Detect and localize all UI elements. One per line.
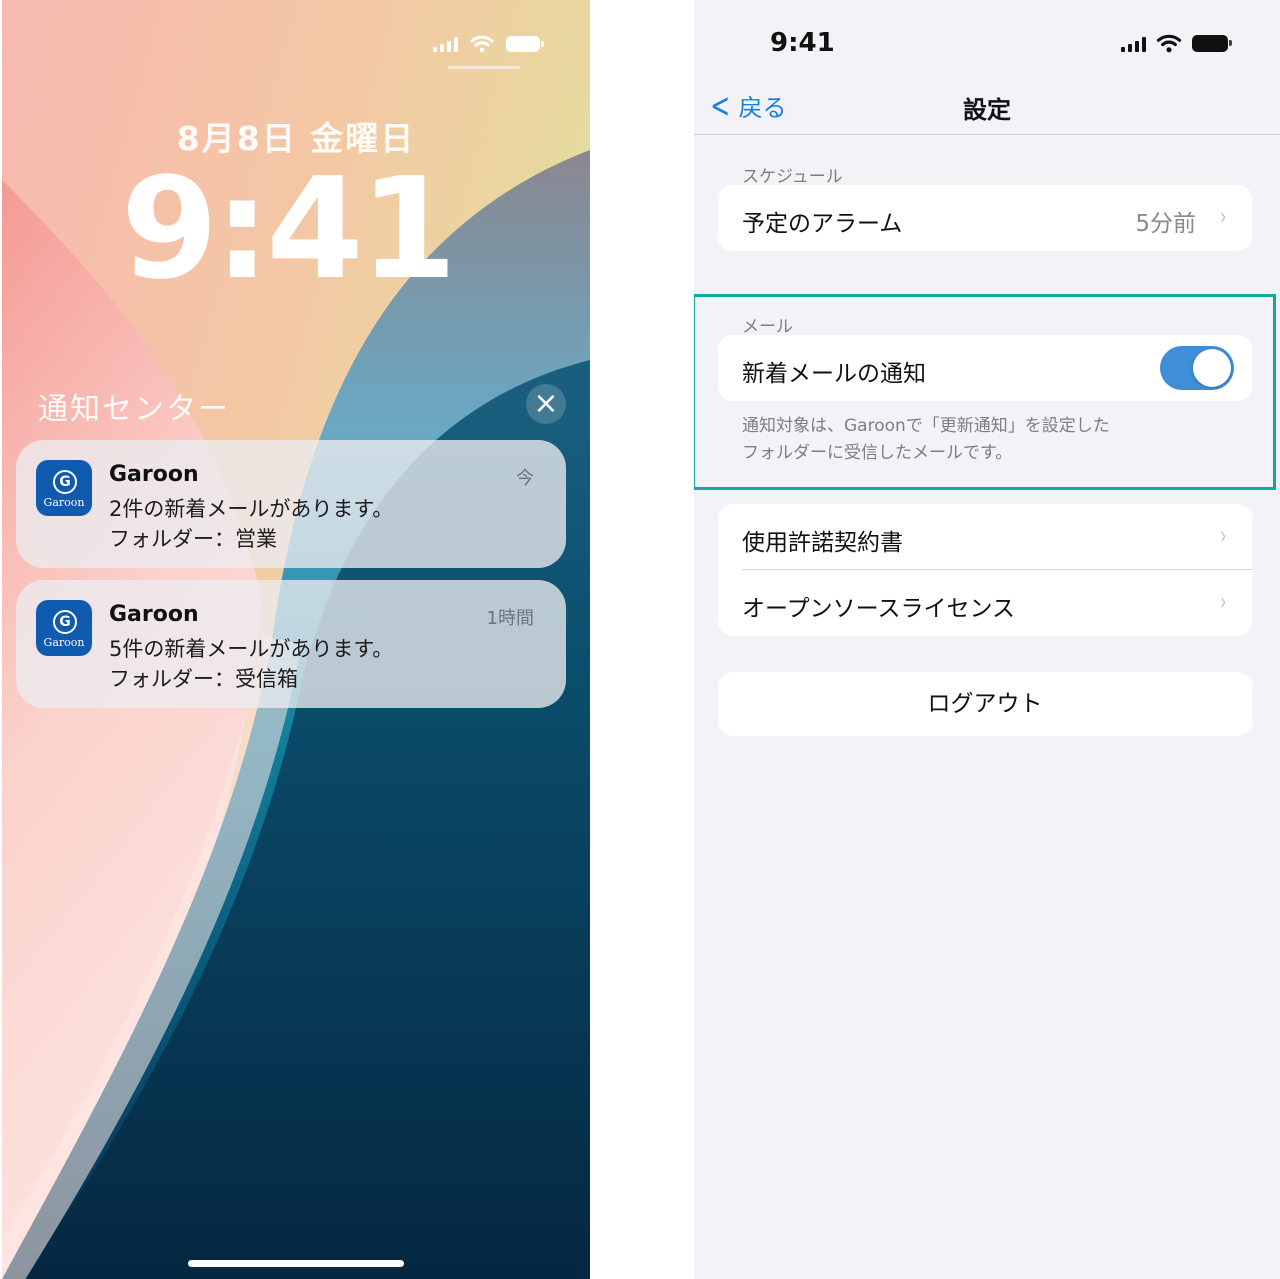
legal-group: 使用許諾契約書 › オープンソースライセンス › bbox=[718, 504, 1252, 636]
battery-icon bbox=[1192, 35, 1232, 52]
garoon-logo-text: Garoon bbox=[43, 636, 85, 649]
notification-message: 2件の新着メールがあります。 bbox=[109, 497, 394, 521]
garoon-app-icon: G Garoon bbox=[36, 600, 92, 656]
notification-folder: フォルダー：営業 bbox=[109, 527, 277, 551]
garoon-logo-letter: G bbox=[53, 610, 77, 634]
logout-button[interactable]: ログアウト bbox=[718, 672, 1252, 736]
notification-time: 1時間 bbox=[486, 608, 534, 629]
garoon-logo-letter: G bbox=[53, 470, 77, 494]
close-icon[interactable]: × bbox=[526, 384, 566, 424]
section-header-schedule: スケジュール bbox=[742, 167, 843, 187]
notification-card[interactable]: G Garoon Garoon 1時間 5件の新着メールがあります。 フォルダー… bbox=[16, 580, 566, 708]
notification-app-name: Garoon bbox=[109, 462, 199, 487]
signal-icon bbox=[433, 36, 458, 52]
garoon-logo-text: Garoon bbox=[43, 496, 85, 509]
lock-screen: 8月8日 金曜日 9:41 通知センター × G Garoon Garoon 今… bbox=[2, 0, 590, 1279]
schedule-group: 予定のアラーム 5分前 › bbox=[718, 185, 1252, 251]
status-bar bbox=[433, 32, 544, 56]
notification-center-title: 通知センター bbox=[38, 392, 230, 427]
lock-time: 9:41 bbox=[120, 148, 457, 311]
navigation-bar: < 戻る 設定 bbox=[694, 76, 1280, 135]
highlight-frame bbox=[694, 294, 1276, 490]
oss-license-label: オープンソースライセンス bbox=[742, 596, 1016, 622]
settings-screen: 9:41 < 戻る 設定 スケジュール 予定のアラーム 5分前 › メール 新着… bbox=[694, 0, 1280, 1279]
battery-icon bbox=[506, 36, 544, 52]
signal-icon bbox=[1121, 36, 1146, 52]
license-row[interactable]: 使用許諾契約書 › bbox=[718, 504, 1252, 570]
status-handle bbox=[448, 66, 520, 69]
chevron-right-icon: › bbox=[1219, 521, 1226, 551]
garoon-app-icon: G Garoon bbox=[36, 460, 92, 516]
alarm-row[interactable]: 予定のアラーム 5分前 › bbox=[718, 185, 1252, 251]
oss-license-row[interactable]: オープンソースライセンス › bbox=[718, 570, 1252, 636]
wifi-icon bbox=[470, 35, 494, 53]
notification-message: 5件の新着メールがあります。 bbox=[109, 637, 394, 661]
notification-time: 今 bbox=[516, 468, 534, 489]
notification-card[interactable]: G Garoon Garoon 今 2件の新着メールがあります。 フォルダー：営… bbox=[16, 440, 566, 568]
chevron-right-icon: › bbox=[1219, 587, 1226, 617]
alarm-label: 予定のアラーム bbox=[742, 211, 903, 237]
chevron-right-icon: › bbox=[1219, 202, 1226, 232]
wifi-icon bbox=[1156, 34, 1182, 53]
home-indicator[interactable] bbox=[188, 1260, 404, 1267]
status-time: 9:41 bbox=[770, 28, 835, 58]
alarm-value: 5分前 bbox=[1135, 211, 1196, 237]
status-bar: 9:41 bbox=[694, 0, 1280, 80]
notification-folder: フォルダー：受信箱 bbox=[109, 667, 298, 691]
page-title: 設定 bbox=[963, 96, 1011, 124]
license-label: 使用許諾契約書 bbox=[742, 530, 903, 556]
notification-app-name: Garoon bbox=[109, 602, 199, 627]
